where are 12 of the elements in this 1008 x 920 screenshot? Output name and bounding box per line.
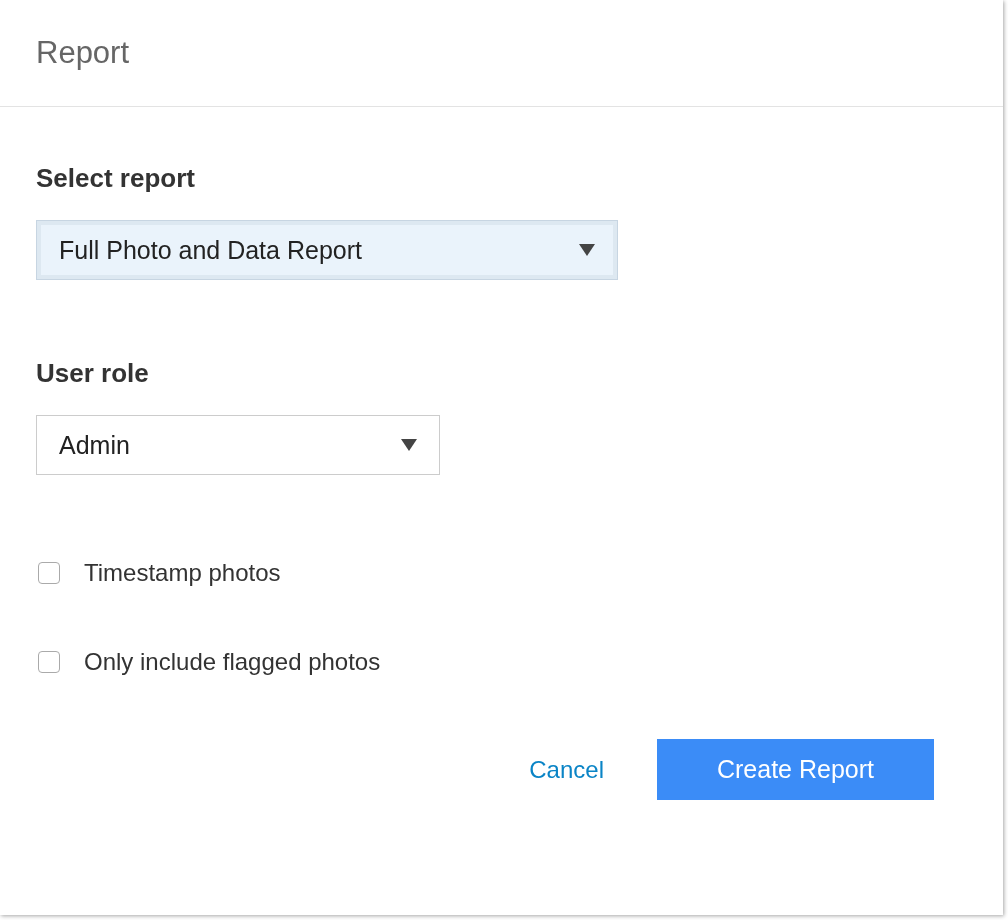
- checkbox[interactable]: [38, 562, 60, 584]
- checkbox-label: Timestamp photos: [84, 559, 281, 587]
- dropdown[interactable]: Admin: [36, 415, 440, 475]
- checkbox-label: Only include flagged photos: [84, 648, 381, 676]
- cancel-link[interactable]: Cancel: [529, 755, 604, 784]
- dialog-title: Report: [36, 35, 130, 71]
- field-label: User role: [36, 358, 150, 389]
- caret-icon: [401, 439, 417, 451]
- caret-icon: [579, 244, 595, 256]
- checkbox[interactable]: [38, 651, 60, 673]
- dropdown[interactable]: Full Photo and Data Report: [36, 220, 618, 280]
- field-label: Select report: [36, 163, 196, 194]
